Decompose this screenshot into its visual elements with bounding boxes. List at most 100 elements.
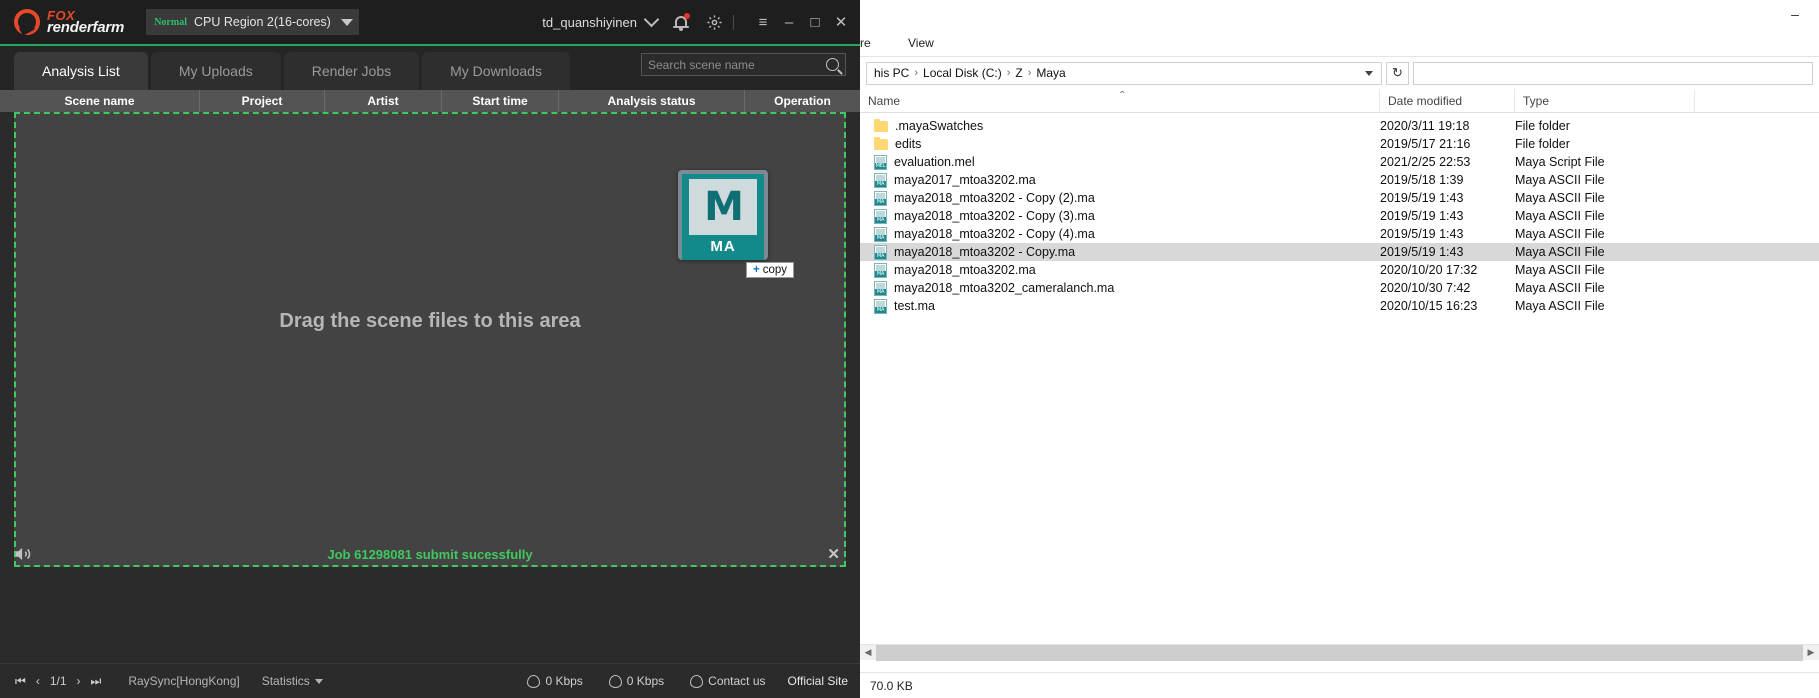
tab-my-downloads[interactable]: My Downloads	[422, 52, 570, 90]
tab-render-jobs[interactable]: Render Jobs	[283, 52, 420, 90]
breadcrumb-item-maya[interactable]: Maya	[1033, 66, 1068, 80]
chevron-down-icon	[314, 678, 323, 684]
search-icon[interactable]	[826, 58, 839, 71]
titlebar-divider	[733, 14, 734, 30]
chevron-down-icon[interactable]	[1365, 70, 1373, 76]
bell-icon[interactable]	[673, 12, 690, 31]
next-page-icon[interactable]: ›	[77, 674, 81, 688]
file-row[interactable]: MA maya2018_mtoa3202 - Copy (3).ma 2019/5/…	[860, 207, 1819, 225]
contact-us-label: Contact us	[708, 674, 766, 688]
refresh-button[interactable]: ↻	[1386, 61, 1409, 85]
file-name-label: edits	[895, 137, 922, 151]
tab-analysis-list[interactable]: Analysis List	[14, 52, 148, 90]
copy-badge-label: copy	[762, 264, 788, 276]
breadcrumb-item-z[interactable]: Z	[1012, 66, 1025, 80]
file-type-cell: Maya ASCII File	[1515, 245, 1605, 259]
file-row[interactable]: MA maya2017_mtoa3202.ma 2019/5/18 1:39 Maya…	[860, 171, 1819, 189]
file-row[interactable]: MA maya2018_mtoa3202_cameralanch.ma 2020/1…	[860, 279, 1819, 297]
file-date-cell: 2020/3/11 19:18	[1380, 119, 1470, 133]
file-row[interactable]: MA maya2018_mtoa3202 - Copy.ma 2019/5/19 1…	[860, 243, 1819, 261]
ribbon-tab-view[interactable]: View	[896, 36, 946, 50]
drop-area-hint: Drag the scene files to this area	[279, 310, 581, 332]
file-name-label: maya2018_mtoa3202.ma	[894, 263, 1036, 277]
explorer-search-input[interactable]	[1413, 61, 1813, 85]
column-header-analysis-status[interactable]: Analysis status	[559, 90, 745, 112]
file-name-cell[interactable]: MA maya2017_mtoa3202.ma	[860, 172, 1380, 188]
file-name-cell[interactable]: MA maya2018_mtoa3202_cameralanch.ma	[860, 280, 1380, 296]
file-row[interactable]: edits 2019/5/17 21:16 File folder	[860, 135, 1819, 153]
scroll-left-arrow[interactable]: ◀	[860, 647, 876, 658]
file-row[interactable]: MA maya2018_mtoa3202 - Copy (2).ma 2019/5/…	[860, 189, 1819, 207]
file-row[interactable]: MA maya2018_mtoa3202 - Copy (4).ma 2019/5/…	[860, 225, 1819, 243]
toast-message: Job 61298081 submit sucessfully	[327, 546, 533, 562]
scene-drop-area[interactable]: Drag the scene files to this area M MA +…	[14, 112, 846, 567]
breadcrumb-item-local-disk[interactable]: Local Disk (C:)	[920, 66, 1005, 80]
column-header-operation[interactable]: Operation	[745, 90, 860, 112]
search-input[interactable]	[648, 57, 826, 72]
horizontal-scrollbar[interactable]: ◀ ▶	[860, 644, 1819, 661]
column-header-date-modified[interactable]: Date modified	[1380, 88, 1515, 113]
scene-search-box[interactable]	[641, 53, 846, 76]
file-row[interactable]: MA maya2018_mtoa3202.ma 2020/10/20 17:32 Ma…	[860, 261, 1819, 279]
close-icon[interactable]: ✕	[828, 9, 854, 35]
page-indicator: 1/1	[49, 674, 67, 688]
column-header-type[interactable]: Type	[1515, 88, 1695, 113]
contact-us-link[interactable]: Contact us	[690, 674, 766, 688]
statistics-label: Statistics	[261, 674, 310, 688]
file-row[interactable]: MEL evaluation.mel 2021/2/25 22:53 Maya Scr…	[860, 153, 1819, 171]
ribbon-tab-file[interactable]: re	[860, 36, 896, 50]
column-header-project[interactable]: Project	[200, 90, 325, 112]
pagination: ⏮ ‹ 1/1 › ⏭	[10, 674, 106, 689]
file-name-label: maya2018_mtoa3202 - Copy (2).ma	[894, 191, 1095, 205]
maximize-icon[interactable]: □	[802, 9, 828, 35]
file-date-cell: 2019/5/18 1:39	[1380, 173, 1464, 187]
username-label[interactable]: td_quanshiyinen	[542, 15, 637, 30]
collapse-icon[interactable]: ≡	[750, 9, 776, 35]
file-name-cell[interactable]: .mayaSwatches	[860, 118, 1380, 133]
file-name-label: maya2018_mtoa3202 - Copy (4).ma	[894, 227, 1095, 241]
file-name-cell[interactable]: MA maya2018_mtoa3202.ma	[860, 262, 1380, 278]
file-name-cell[interactable]: MA maya2018_mtoa3202 - Copy (2).ma	[860, 190, 1380, 206]
gear-icon[interactable]	[706, 14, 723, 31]
chevron-right-icon: ›	[914, 67, 919, 79]
explorer-column-headers: Name Date modified Type ⌃	[860, 88, 1819, 113]
file-type-cell: Maya ASCII File	[1515, 263, 1605, 277]
scrollbar-thumb[interactable]	[876, 644, 1803, 661]
statistics-menu[interactable]: Statistics	[262, 674, 323, 688]
file-row[interactable]: MA test.ma 2020/10/15 16:23 Maya ASCII File	[860, 297, 1819, 315]
file-name-cell[interactable]: MA maya2018_mtoa3202 - Copy (4).ma	[860, 226, 1380, 242]
maya-file-icon: MA	[874, 262, 887, 278]
upload-speed-icon	[527, 674, 541, 688]
minimize-icon[interactable]: –	[1775, 2, 1815, 26]
explorer-title-bar: –	[860, 0, 1819, 30]
tab-my-uploads[interactable]: My Uploads	[150, 52, 281, 90]
cpu-region-selector[interactable]: Normal CPU Region 2(16-cores)	[146, 9, 359, 35]
tab-label: Render Jobs	[311, 63, 392, 79]
file-name-cell[interactable]: edits	[860, 136, 1380, 151]
file-name-cell[interactable]: MA test.ma	[860, 298, 1380, 314]
raysync-label[interactable]: RaySync[HongKong]	[128, 674, 239, 688]
file-explorer-window: – re View his PC › Local Disk (C:) › Z ›…	[860, 0, 1819, 698]
dragged-maya-file-icon[interactable]: M MA	[678, 170, 768, 260]
maya-file-icon: MA	[874, 280, 887, 296]
breadcrumb[interactable]: his PC › Local Disk (C:) › Z › Maya	[866, 61, 1382, 85]
explorer-ribbon-tabs: re View	[860, 30, 1819, 56]
first-page-icon[interactable]: ⏮	[15, 674, 26, 689]
column-header-artist[interactable]: Artist	[325, 90, 442, 112]
official-site-link[interactable]: Official Site	[788, 674, 848, 688]
file-row[interactable]: .mayaSwatches 2020/3/11 19:18 File folder	[860, 117, 1819, 135]
prev-page-icon[interactable]: ‹	[36, 674, 40, 688]
minimize-icon[interactable]: –	[776, 9, 802, 35]
file-name-label: maya2017_mtoa3202.ma	[894, 173, 1036, 187]
close-icon[interactable]: ✕	[827, 545, 840, 563]
scroll-right-arrow[interactable]: ▶	[1803, 647, 1819, 658]
file-name-cell[interactable]: MA maya2018_mtoa3202 - Copy.ma	[860, 244, 1380, 260]
breadcrumb-item-this-pc[interactable]: his PC	[871, 66, 912, 80]
file-name-cell[interactable]: MEL evaluation.mel	[860, 154, 1380, 170]
chevron-down-icon[interactable]	[643, 11, 660, 28]
file-name-cell[interactable]: MA maya2018_mtoa3202 - Copy (3).ma	[860, 208, 1380, 224]
column-header-scene-name[interactable]: Scene name	[0, 90, 200, 112]
column-header-start-time[interactable]: Start time	[442, 90, 559, 112]
last-page-icon[interactable]: ⏭	[91, 674, 102, 689]
file-name-label: evaluation.mel	[894, 155, 975, 169]
